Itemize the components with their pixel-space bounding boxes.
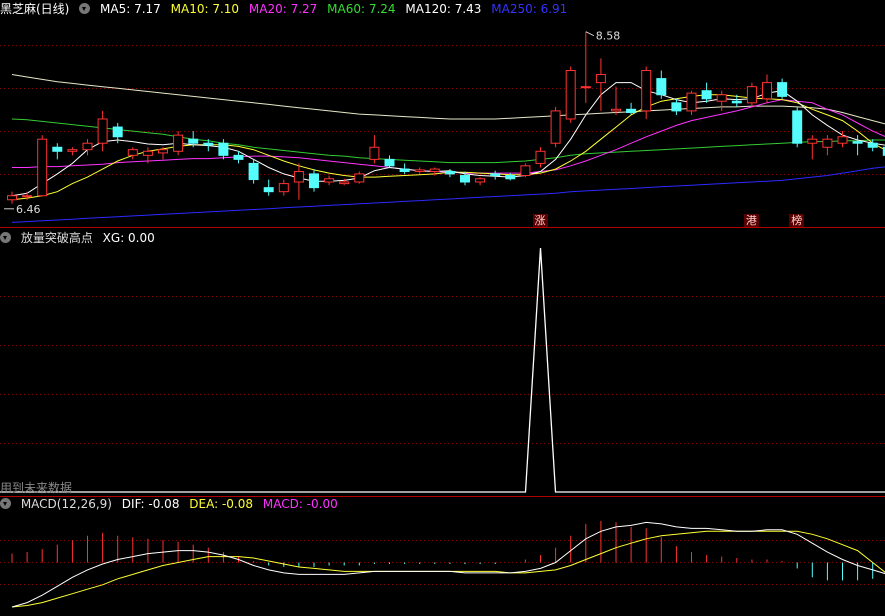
candle-body — [82, 142, 93, 151]
ma10-line — [11, 94, 885, 201]
candle-body — [565, 70, 576, 120]
candle-body — [142, 150, 153, 156]
candle-body — [822, 138, 833, 148]
candle-body — [248, 162, 259, 181]
candle-body — [746, 86, 757, 104]
candle-body — [339, 181, 350, 185]
ma120-label: MA120: 7.43 — [405, 2, 482, 16]
candle-body — [324, 178, 335, 183]
dif-line — [11, 521, 885, 608]
stock-title: 黑芝麻(日线) — [0, 2, 70, 16]
candle-body — [807, 138, 818, 144]
ma60-label: MA60: 7.24 — [327, 2, 396, 16]
ma60-line — [11, 118, 885, 164]
candle-body — [37, 138, 48, 197]
indicator-title: 放量突破高点 — [20, 231, 93, 245]
candle-body — [580, 86, 591, 89]
candle-body — [490, 173, 501, 177]
candle-body — [188, 138, 199, 144]
dea-line — [11, 530, 885, 608]
candle-body — [460, 175, 470, 183]
candle-body — [414, 169, 425, 172]
candle-body — [475, 178, 486, 183]
candle-body — [233, 154, 244, 160]
badge-bang[interactable]: 榜 — [789, 214, 805, 227]
candle-body — [399, 168, 410, 172]
candle-body — [173, 134, 184, 152]
candle-body — [278, 183, 289, 193]
candle-body — [384, 158, 395, 167]
candle-body — [444, 170, 455, 175]
candle-body — [792, 110, 803, 144]
future-data-note: 用到未来数据 — [0, 481, 73, 495]
candle-body — [112, 126, 123, 138]
stock-chart-svg: 8.58 6.46 — [0, 30, 885, 608]
high-price-label: 8.58 — [596, 30, 621, 43]
candle-body — [520, 165, 531, 177]
low-price-label: 6.46 — [16, 203, 41, 216]
candle-body — [626, 108, 637, 114]
macd-panel-header: MACD(12,26,9) DIF: -0.08 DEA: -0.08 MACD… — [0, 496, 344, 512]
candle-body — [611, 108, 621, 112]
candle-body — [777, 82, 788, 97]
candle-body — [67, 149, 78, 152]
xg-line — [0, 247, 885, 493]
candle-body — [731, 100, 742, 104]
candle-body — [218, 142, 229, 156]
badge-gang[interactable]: 港 — [743, 214, 759, 227]
badge-zhang[interactable]: 涨 — [532, 214, 548, 227]
price-panel-header: 黑芝麻(日线) MA5: 7.17 MA10: 7.10 MA20: 7.27 … — [0, 1, 573, 17]
candle-body — [550, 110, 561, 144]
candle-body — [429, 168, 440, 172]
ma20-label: MA20: 7.27 — [248, 2, 318, 16]
candle-body — [837, 136, 848, 144]
dea-label: DEA: -0.08 — [189, 497, 254, 511]
candle-body — [641, 70, 652, 112]
dropdown-icon[interactable] — [0, 232, 11, 243]
candle-body — [97, 118, 108, 144]
high-marker-line — [585, 31, 595, 37]
candle-body — [535, 150, 546, 164]
xg-label: XG: 0.00 — [102, 231, 155, 245]
candle-body — [716, 94, 727, 102]
ma250-label: MA250: 6.91 — [491, 2, 568, 16]
candle-body — [354, 173, 365, 183]
candle-body — [656, 78, 667, 96]
candle-body — [867, 142, 878, 148]
ma10-label: MA10: 7.10 — [170, 2, 240, 16]
dropdown-icon[interactable] — [79, 3, 91, 14]
macd-label: MACD: -0.00 — [262, 497, 338, 511]
candle-body — [52, 146, 63, 152]
ma5-label: MA5: 7.17 — [100, 2, 161, 16]
dif-label: DIF: -0.08 — [121, 497, 180, 511]
candle-body — [762, 82, 772, 100]
candle-body — [7, 195, 17, 201]
dropdown-icon[interactable] — [0, 498, 11, 509]
candle-body — [671, 102, 682, 112]
candle-body — [686, 92, 697, 112]
candle-body — [293, 170, 304, 183]
candle-body — [127, 149, 138, 156]
candle-body — [505, 175, 516, 180]
candle-body — [22, 195, 33, 198]
candle-body — [158, 149, 168, 154]
candle-body — [369, 146, 380, 160]
macd-title: MACD(12,26,9) — [20, 497, 112, 511]
candle-body — [203, 142, 214, 146]
candle-body — [852, 141, 863, 144]
candle-body — [263, 187, 274, 193]
candle-body — [595, 74, 606, 84]
indicator-panel-header: 放量突破高点 XG: 0.00 — [0, 230, 161, 246]
candle-body — [309, 173, 319, 189]
chart-stage: 8.58 6.46 黑芝麻(日线) MA5: 7.17 MA10: 7.10 MA… — [0, 0, 885, 612]
candle-body — [701, 90, 712, 100]
